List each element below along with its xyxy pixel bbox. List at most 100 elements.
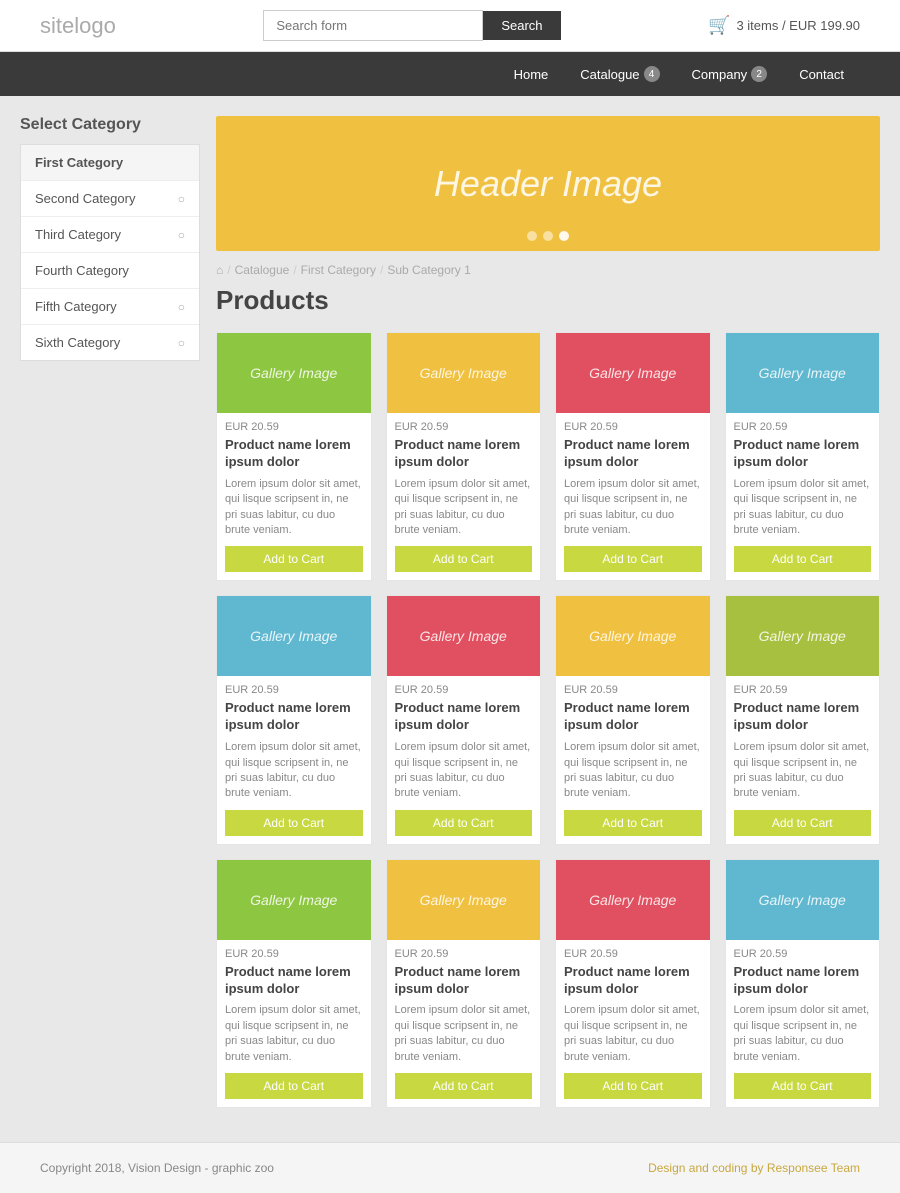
product-price-3: EUR 20.59 — [564, 421, 702, 433]
breadcrumb-catalogue[interactable]: Catalogue — [235, 263, 290, 277]
product-image-8: Gallery Image — [726, 596, 880, 676]
search-input[interactable] — [263, 10, 483, 41]
product-desc-1: Lorem ipsum dolor sit amet, qui lisque s… — [225, 477, 363, 539]
site-header: sitelogo Search 🛒 3 items / EUR 199.90 — [0, 0, 900, 52]
category-label: Fourth Category — [35, 263, 129, 278]
add-to-cart-button-8[interactable]: Add to Cart — [734, 810, 872, 836]
breadcrumb-sep: / — [227, 263, 230, 277]
add-to-cart-button-12[interactable]: Add to Cart — [734, 1073, 872, 1099]
add-to-cart-button-10[interactable]: Add to Cart — [395, 1073, 533, 1099]
sidebar-item-first-category[interactable]: First Category — [21, 145, 199, 181]
add-to-cart-button-4[interactable]: Add to Cart — [734, 546, 872, 572]
dot-1[interactable] — [527, 231, 537, 241]
product-card-7: Gallery Image EUR 20.59 Product name lor… — [555, 595, 711, 844]
product-name-12: Product name lorem ipsum dolor — [734, 964, 872, 998]
banner-dots — [527, 231, 569, 241]
product-card-4: Gallery Image EUR 20.59 Product name lor… — [725, 332, 881, 581]
product-body-2: EUR 20.59 Product name lorem ipsum dolor… — [387, 413, 541, 580]
product-body-4: EUR 20.59 Product name lorem ipsum dolor… — [726, 413, 880, 580]
product-card-5: Gallery Image EUR 20.59 Product name lor… — [216, 595, 372, 844]
category-list: First Category Second Category ○ Third C… — [20, 144, 200, 361]
add-to-cart-button-2[interactable]: Add to Cart — [395, 546, 533, 572]
product-price-12: EUR 20.59 — [734, 948, 872, 960]
cart-info: 3 items / EUR 199.90 — [736, 18, 860, 33]
product-image-11: Gallery Image — [556, 860, 710, 940]
product-card-3: Gallery Image EUR 20.59 Product name lor… — [555, 332, 711, 581]
add-to-cart-button-7[interactable]: Add to Cart — [564, 810, 702, 836]
add-to-cart-button-5[interactable]: Add to Cart — [225, 810, 363, 836]
category-label: First Category — [35, 155, 123, 170]
product-card-12: Gallery Image EUR 20.59 Product name lor… — [725, 859, 881, 1108]
products-grid-row1: Gallery Image EUR 20.59 Product name lor… — [216, 332, 880, 581]
product-image-9: Gallery Image — [217, 860, 371, 940]
add-to-cart-button-9[interactable]: Add to Cart — [225, 1073, 363, 1099]
chevron-right-icon: ○ — [178, 228, 185, 242]
sidebar-item-third-category[interactable]: Third Category ○ — [21, 217, 199, 253]
sidebar-item-fourth-category[interactable]: Fourth Category — [21, 253, 199, 289]
dot-2[interactable] — [543, 231, 553, 241]
category-label: Third Category — [35, 227, 121, 242]
product-image-6: Gallery Image — [387, 596, 541, 676]
breadcrumb-current: Sub Category 1 — [387, 263, 470, 277]
add-to-cart-button-3[interactable]: Add to Cart — [564, 546, 702, 572]
product-body-11: EUR 20.59 Product name lorem ipsum dolor… — [556, 940, 710, 1107]
dot-3[interactable] — [559, 231, 569, 241]
product-body-3: EUR 20.59 Product name lorem ipsum dolor… — [556, 413, 710, 580]
chevron-right-icon: ○ — [178, 336, 185, 350]
product-name-6: Product name lorem ipsum dolor — [395, 700, 533, 734]
product-image-12: Gallery Image — [726, 860, 880, 940]
site-logo: sitelogo — [40, 13, 116, 39]
breadcrumb-sep: / — [380, 263, 383, 277]
sidebar-item-second-category[interactable]: Second Category ○ — [21, 181, 199, 217]
cart-area[interactable]: 🛒 3 items / EUR 199.90 — [708, 15, 860, 36]
home-icon[interactable]: ⌂ — [216, 263, 223, 277]
product-body-8: EUR 20.59 Product name lorem ipsum dolor… — [726, 676, 880, 843]
product-price-1: EUR 20.59 — [225, 421, 363, 433]
sidebar-item-sixth-category[interactable]: Sixth Category ○ — [21, 325, 199, 360]
sidebar-item-fifth-category[interactable]: Fifth Category ○ — [21, 289, 199, 325]
product-desc-6: Lorem ipsum dolor sit amet, qui lisque s… — [395, 740, 533, 802]
product-price-8: EUR 20.59 — [734, 684, 872, 696]
product-image-1: Gallery Image — [217, 333, 371, 413]
add-to-cart-button-6[interactable]: Add to Cart — [395, 810, 533, 836]
category-label: Fifth Category — [35, 299, 117, 314]
product-card-2: Gallery Image EUR 20.59 Product name lor… — [386, 332, 542, 581]
product-desc-2: Lorem ipsum dolor sit amet, qui lisque s… — [395, 477, 533, 539]
banner-text: Header Image — [434, 163, 662, 205]
product-price-2: EUR 20.59 — [395, 421, 533, 433]
nav-item-company[interactable]: Company 2 — [676, 52, 784, 96]
product-name-5: Product name lorem ipsum dolor — [225, 700, 363, 734]
logo-main: site — [40, 13, 74, 38]
product-price-9: EUR 20.59 — [225, 948, 363, 960]
breadcrumb-sep: / — [293, 263, 296, 277]
product-price-10: EUR 20.59 — [395, 948, 533, 960]
product-price-5: EUR 20.59 — [225, 684, 363, 696]
nav-item-contact[interactable]: Contact — [783, 52, 860, 96]
product-desc-11: Lorem ipsum dolor sit amet, qui lisque s… — [564, 1003, 702, 1065]
product-desc-12: Lorem ipsum dolor sit amet, qui lisque s… — [734, 1003, 872, 1065]
nav-item-home[interactable]: Home — [498, 52, 565, 96]
cart-icon: 🛒 — [708, 15, 730, 36]
product-image-4: Gallery Image — [726, 333, 880, 413]
products-grid-row3: Gallery Image EUR 20.59 Product name lor… — [216, 859, 880, 1108]
add-to-cart-button-11[interactable]: Add to Cart — [564, 1073, 702, 1099]
site-footer: Copyright 2018, Vision Design - graphic … — [0, 1142, 900, 1193]
product-image-2: Gallery Image — [387, 333, 541, 413]
product-card-8: Gallery Image EUR 20.59 Product name lor… — [725, 595, 881, 844]
product-name-4: Product name lorem ipsum dolor — [734, 437, 872, 471]
header-banner: Header Image — [216, 116, 880, 251]
product-body-7: EUR 20.59 Product name lorem ipsum dolor… — [556, 676, 710, 843]
catalogue-badge: 4 — [644, 66, 660, 82]
company-badge: 2 — [751, 66, 767, 82]
breadcrumb-first-category[interactable]: First Category — [301, 263, 376, 277]
product-body-12: EUR 20.59 Product name lorem ipsum dolor… — [726, 940, 880, 1107]
product-image-5: Gallery Image — [217, 596, 371, 676]
nav-item-catalogue[interactable]: Catalogue 4 — [564, 52, 675, 96]
category-label: Sixth Category — [35, 335, 120, 350]
search-button[interactable]: Search — [483, 11, 560, 40]
product-body-5: EUR 20.59 Product name lorem ipsum dolor… — [217, 676, 371, 843]
product-desc-4: Lorem ipsum dolor sit amet, qui lisque s… — [734, 477, 872, 539]
product-price-4: EUR 20.59 — [734, 421, 872, 433]
add-to-cart-button-1[interactable]: Add to Cart — [225, 546, 363, 572]
footer-credit: Design and coding by Responsee Team — [648, 1161, 860, 1175]
